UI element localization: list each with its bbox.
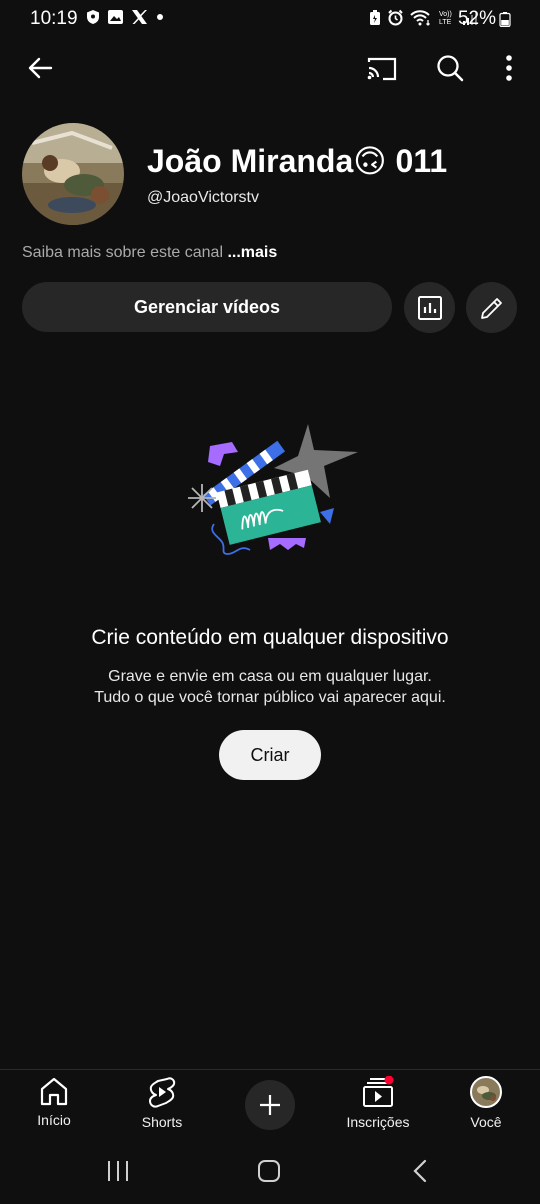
nav-you-label: Você <box>470 1114 502 1130</box>
nav-subscriptions-label: Inscrições <box>346 1114 410 1130</box>
dot-icon <box>157 14 163 20</box>
purple-chevron <box>208 442 238 466</box>
search-button[interactable] <box>430 48 470 88</box>
more-options-button[interactable] <box>489 48 529 88</box>
subscriptions-icon <box>363 1076 394 1107</box>
status-bar: 10:19 Vo)) LTE 52% <box>0 0 540 38</box>
cast-icon <box>367 57 397 81</box>
back-arrow-icon <box>28 57 53 79</box>
system-navigation-bar <box>0 1139 540 1204</box>
nav-shorts-label: Shorts <box>141 1114 183 1130</box>
back-system-icon[interactable] <box>410 1159 430 1183</box>
x-logo-icon <box>132 10 147 24</box>
home-system-icon[interactable] <box>257 1160 281 1182</box>
status-time: 10:19 <box>30 8 78 29</box>
analytics-button[interactable] <box>404 282 455 333</box>
empty-state-description: Grave e envie em casa ou em qualquer lug… <box>0 666 540 708</box>
svg-text:LTE: LTE <box>439 19 452 26</box>
nav-create-button[interactable] <box>245 1080 295 1130</box>
shorts-icon <box>149 1077 176 1108</box>
battery-saver-icon <box>370 10 380 25</box>
recent-apps-icon[interactable] <box>106 1160 130 1182</box>
status-left-icons <box>86 9 165 25</box>
channel-avatar[interactable] <box>22 123 124 225</box>
empty-state-line-2: Tudo o que você tornar público vai apare… <box>94 689 446 706</box>
edit-pencil-icon <box>480 297 502 319</box>
about-text: Saiba mais sobre este canal <box>22 244 223 261</box>
purple-banner <box>268 538 306 550</box>
wifi-icon <box>410 10 430 26</box>
channel-handle: @JoaoVictorstv <box>147 189 259 206</box>
analytics-icon <box>417 295 442 320</box>
back-button[interactable] <box>20 48 60 88</box>
volte-icon: Vo))LTE <box>439 11 452 26</box>
create-button[interactable]: Criar <box>219 730 321 780</box>
svg-text:Vo)): Vo)) <box>439 11 452 18</box>
blue-triangle <box>320 508 334 524</box>
nav-shorts[interactable]: Shorts <box>117 1076 207 1130</box>
nav-home[interactable]: Início <box>9 1076 99 1128</box>
search-icon <box>437 55 464 82</box>
cast-button[interactable] <box>362 48 402 88</box>
manage-videos-button[interactable]: Gerenciar vídeos <box>22 282 392 332</box>
image-icon <box>108 10 123 24</box>
edit-channel-button[interactable] <box>466 282 517 333</box>
more-vert-icon <box>506 55 512 81</box>
spark-burst <box>188 484 216 512</box>
nav-you[interactable]: Você <box>441 1076 531 1130</box>
bottom-navigation: Início Shorts Inscrições Você <box>0 1069 540 1139</box>
more-link[interactable]: ...mais <box>227 244 277 261</box>
home-icon <box>40 1077 68 1106</box>
alarm-icon <box>388 9 403 26</box>
avatar <box>470 1076 502 1108</box>
battery-percentage: 52% <box>457 8 496 29</box>
nav-home-label: Início <box>37 1112 71 1128</box>
plus-icon <box>260 1095 280 1115</box>
channel-name: João Miranda🙃 011 <box>147 143 448 179</box>
empty-state-title: Crie conteúdo em qualquer dispositivo <box>91 626 449 649</box>
top-app-bar <box>0 44 540 90</box>
about-channel-link[interactable]: Saiba mais sobre este canal ...mais <box>22 244 277 262</box>
clapperboard-illustration <box>188 424 358 555</box>
shield-icon <box>87 10 99 24</box>
nav-subscriptions[interactable]: Inscrições <box>333 1076 423 1130</box>
empty-state-line-1: Grave e envie em casa ou em qualquer lug… <box>108 668 432 685</box>
battery-icon <box>499 12 511 27</box>
